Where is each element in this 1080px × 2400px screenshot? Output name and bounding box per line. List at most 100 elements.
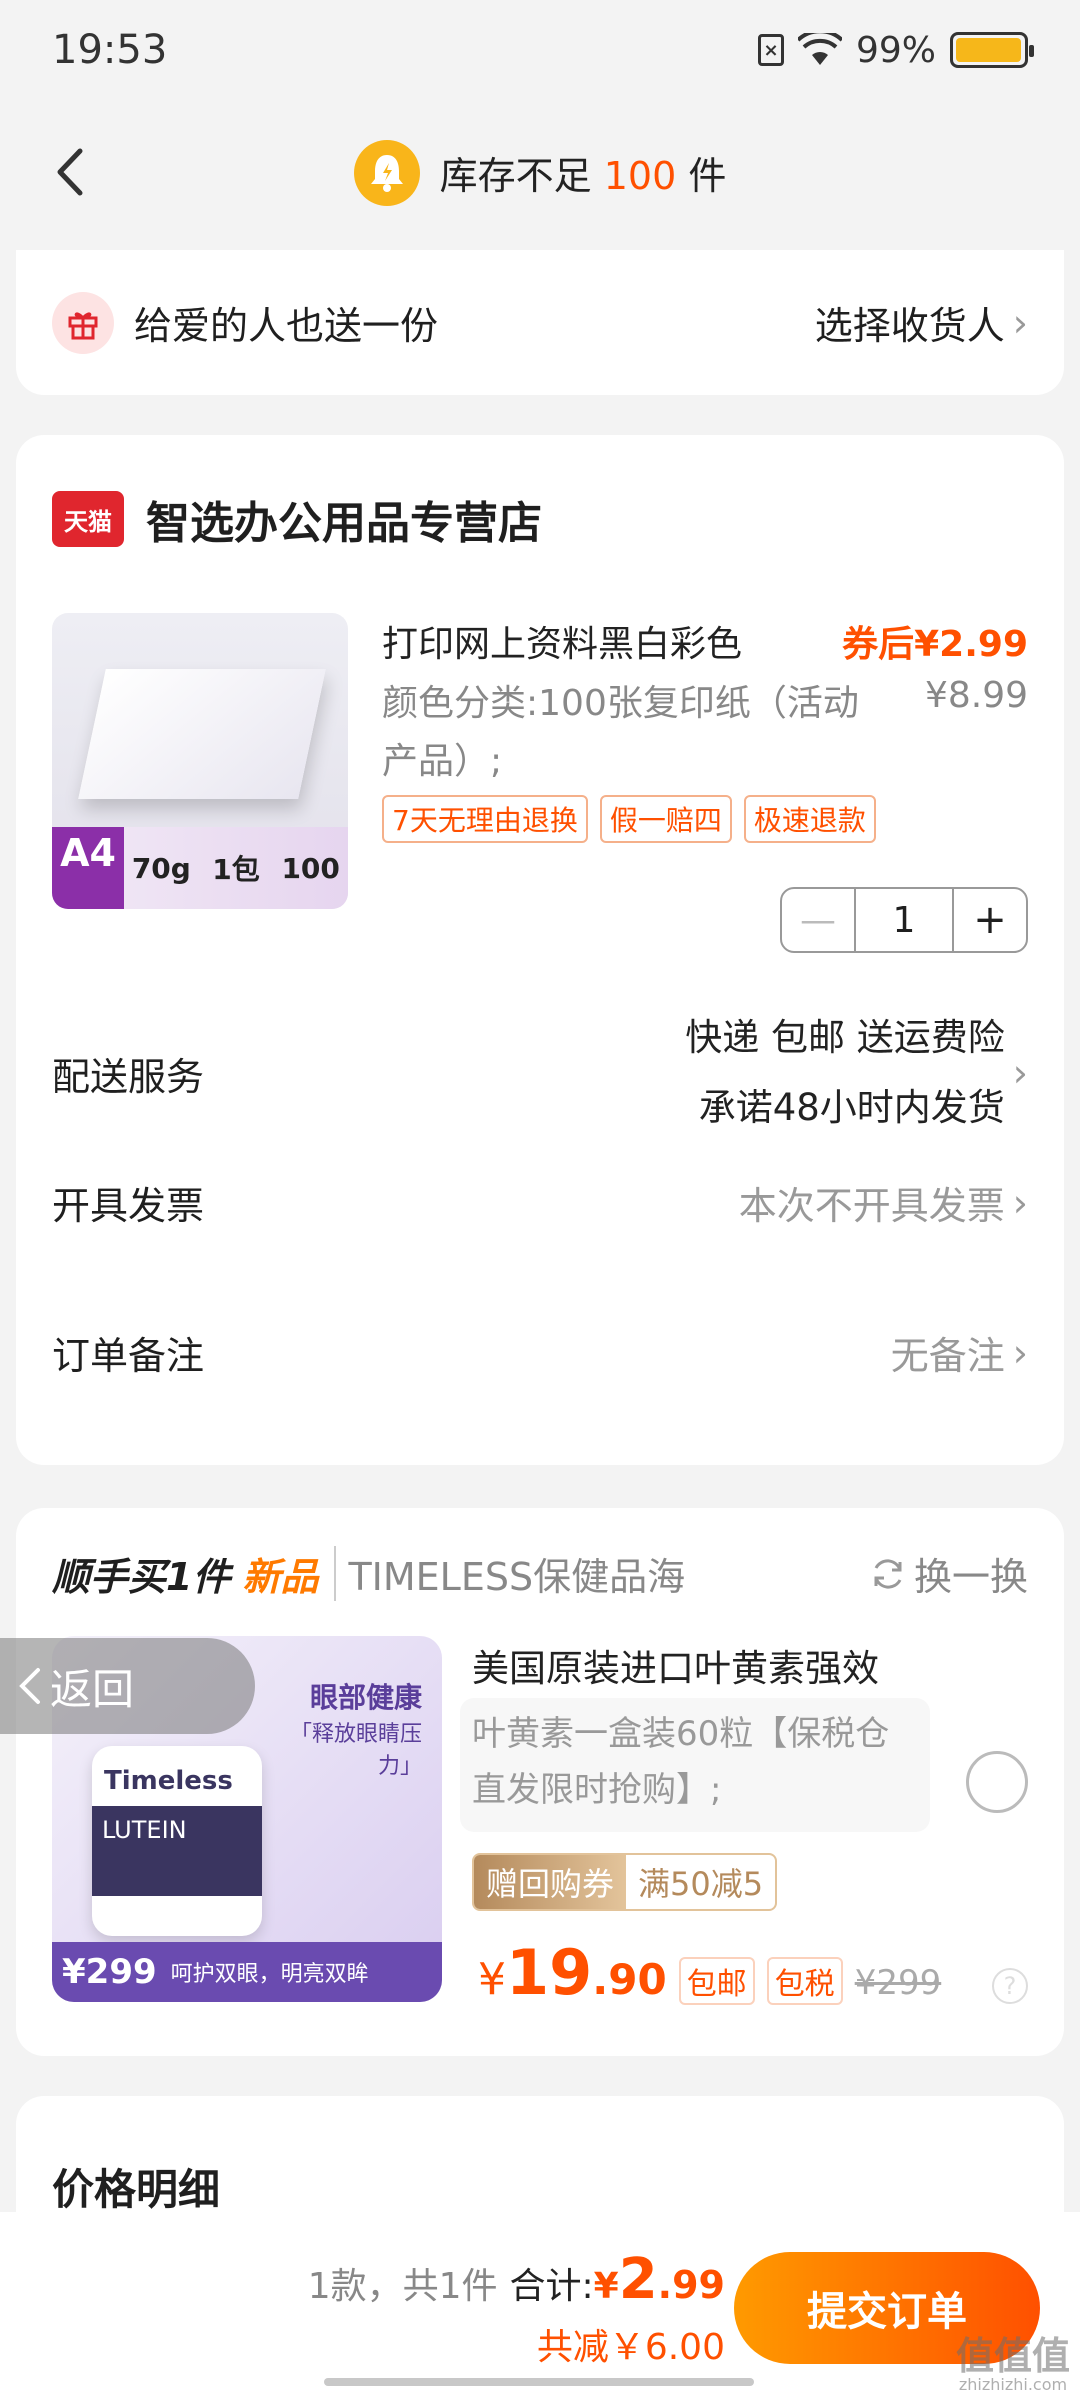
notice-prefix: 库存不足: [439, 154, 592, 198]
thumb-eye-title: 眼部健康: [309, 1681, 422, 1714]
stock-notice: 库存不足 100 件: [353, 139, 727, 206]
total-label: 合计:: [509, 2266, 594, 2307]
coupon-label: 赠回购券: [474, 1855, 627, 1909]
new-badge: 新品: [242, 1555, 319, 1599]
product-sku[interactable]: 颜色分类:100张复印纸（活动产品）;: [382, 675, 862, 791]
bottle-illustration: Timeless LUTEIN: [92, 1746, 262, 1936]
invoice-row[interactable]: 开具发票 本次不开具发票 ›: [52, 1175, 1028, 1230]
total-symbol: ¥: [593, 2266, 619, 2307]
invoice-value: 本次不开具发票: [738, 1184, 1005, 1228]
tag-fast-refund: 极速退款: [743, 795, 876, 843]
store-header[interactable]: 天猫 智选办公用品专营店: [52, 487, 542, 551]
gift-icon: [52, 291, 114, 354]
watermark-main: 值值值: [955, 2334, 1070, 2378]
a4-badge: A4: [52, 827, 124, 909]
thumb-slogan: 呵护双眼，明亮双眸: [170, 1962, 369, 1987]
thumb-eye-sub: 「释放眼睛压力」: [289, 1722, 422, 1779]
repurchase-coupon: 赠回购券 满50减5: [472, 1853, 778, 1911]
paper-illustration: [78, 669, 326, 799]
note-label: 订单备注: [52, 1334, 205, 1378]
price-symbol: ¥: [478, 1954, 506, 2005]
quantity-value[interactable]: 1: [856, 889, 952, 951]
watermark-sub: zhizhizhi.com: [958, 2375, 1068, 2394]
floating-back-label: 返回: [50, 1664, 135, 1714]
battery-percent: 99%: [855, 29, 936, 71]
delivery-row[interactable]: 配送服务 快递 包邮 送运费险 承诺48小时内发货 ›: [52, 1003, 1028, 1143]
note-row[interactable]: 订单备注 无备注 ›: [52, 1325, 1028, 1380]
quantity-stepper: — 1 +: [780, 887, 1028, 953]
chevron-left-icon: [19, 1668, 40, 1704]
thumb-price: 299: [85, 1952, 157, 1992]
battery-icon: [950, 32, 1034, 68]
chevron-right-icon: ›: [1012, 300, 1028, 345]
thumb-product: LUTEIN: [102, 1816, 187, 1844]
status-bar: 19:53 × 99%: [0, 0, 1080, 100]
original-price: ¥8.99: [924, 675, 1028, 716]
addon-desc[interactable]: 叶黄素一盒装60粒【保税仓直发限时抢购】;: [460, 1698, 930, 1832]
gift-row[interactable]: 给爱的人也送一份 选择收货人 ›: [16, 250, 1064, 395]
refresh-icon: [874, 1558, 902, 1589]
service-tags: 7天无理由退换 假一赔四 极速退款: [382, 795, 876, 843]
thumb-brand: Timeless: [104, 1766, 233, 1796]
notice-suffix: 件: [688, 154, 727, 198]
tag-return: 7天无理由退换: [382, 795, 588, 843]
increase-button[interactable]: +: [952, 889, 1026, 951]
spec-pack: 1包: [212, 853, 260, 886]
store-card: 天猫 智选办公用品专营店 A4 70g 1包 100 打印网上资料黑白彩色 券后…: [16, 435, 1064, 1465]
delivery-line2: 承诺48小时内发货: [698, 1086, 1005, 1129]
total-price: ¥2.99: [594, 2247, 725, 2312]
product-spec-bar: A4 70g 1包 100: [52, 827, 348, 909]
swap-button[interactable]: 换一换: [870, 1546, 1028, 1601]
tag-free-shipping: 包邮: [678, 1957, 755, 2005]
discount-total: 共减￥6.00: [536, 2327, 725, 2368]
addon-brand: TIMELESS保健品海: [334, 1546, 685, 1601]
tag-fake-compensation: 假一赔四: [599, 795, 732, 843]
chevron-right-icon: ›: [1012, 1180, 1028, 1225]
bottom-bar: 1款，共1件 合计: ¥2.99 共减￥6.00 提交订单 值值值 zhizhi…: [0, 2212, 1080, 2400]
no-sim-icon: ×: [757, 34, 784, 66]
coupon-value: 满50减5: [638, 1865, 764, 1903]
addon-header: 顺手买1件 新品 TIMELESS保健品海 换一换: [52, 1546, 1028, 1601]
item-count: 1款，共1件: [307, 2266, 498, 2307]
addon-card: 顺手买1件 新品 TIMELESS保健品海 换一换 Timeless LUTEI…: [16, 1508, 1064, 2056]
total-integer: 2: [618, 2247, 658, 2312]
price-after-coupon: 券后¥2.99: [842, 624, 1028, 665]
eye-health-label: 眼部健康 「释放眼睛压力」: [272, 1676, 422, 1780]
price-decimal: .90: [592, 1955, 667, 2004]
home-indicator[interactable]: [324, 2378, 754, 2386]
chevron-right-icon: ›: [1012, 1330, 1028, 1375]
total-decimal: .99: [657, 2263, 725, 2307]
addon-old-price: ¥299: [854, 1963, 942, 2003]
price-integer: 19: [506, 1936, 593, 2009]
addon-label: 顺手买1件: [52, 1555, 231, 1599]
delivery-label: 配送服务: [52, 1054, 205, 1099]
watermark: 值值值 zhizhizhi.com: [956, 2336, 1070, 2394]
thumb-price-bar: ¥299 呵护双眼，明亮双眸: [52, 1942, 442, 2002]
decrease-button[interactable]: —: [782, 889, 856, 951]
product-image[interactable]: A4 70g 1包 100: [52, 613, 348, 909]
back-button[interactable]: [40, 142, 100, 202]
tag-tax-included: 包税: [766, 1957, 843, 2005]
chevron-right-icon: ›: [1012, 1051, 1028, 1095]
spec-count: 100: [281, 851, 340, 885]
wifi-icon: [797, 33, 842, 65]
bell-icon: [353, 139, 420, 206]
delivery-line1: 快递 包邮 送运费险: [685, 1016, 1005, 1059]
chevron-left-icon: [57, 148, 83, 196]
clock: 19:53: [52, 27, 168, 73]
floating-back-button[interactable]: 返回: [0, 1638, 255, 1734]
product-title[interactable]: 打印网上资料黑白彩色: [382, 615, 742, 667]
spec-weight: 70g: [131, 851, 191, 885]
price-detail-title: 价格明细: [52, 2165, 221, 2214]
select-recipient[interactable]: 选择收货人: [815, 295, 1005, 350]
addon-select-radio[interactable]: [966, 1751, 1028, 1813]
note-value: 无备注: [890, 1334, 1005, 1378]
store-name: 智选办公用品专营店: [146, 498, 542, 549]
tmall-logo: 天猫: [52, 491, 124, 547]
order-summary: 1款，共1件 合计: ¥2.99 共减￥6.00: [308, 2247, 725, 2370]
header: 库存不足 100 件: [0, 100, 1080, 245]
status-icons: × 99%: [757, 29, 1034, 71]
addon-title[interactable]: 美国原装进口叶黄素强效: [472, 1638, 879, 1692]
help-icon[interactable]: ?: [992, 1968, 1028, 2004]
invoice-label: 开具发票: [52, 1184, 205, 1228]
